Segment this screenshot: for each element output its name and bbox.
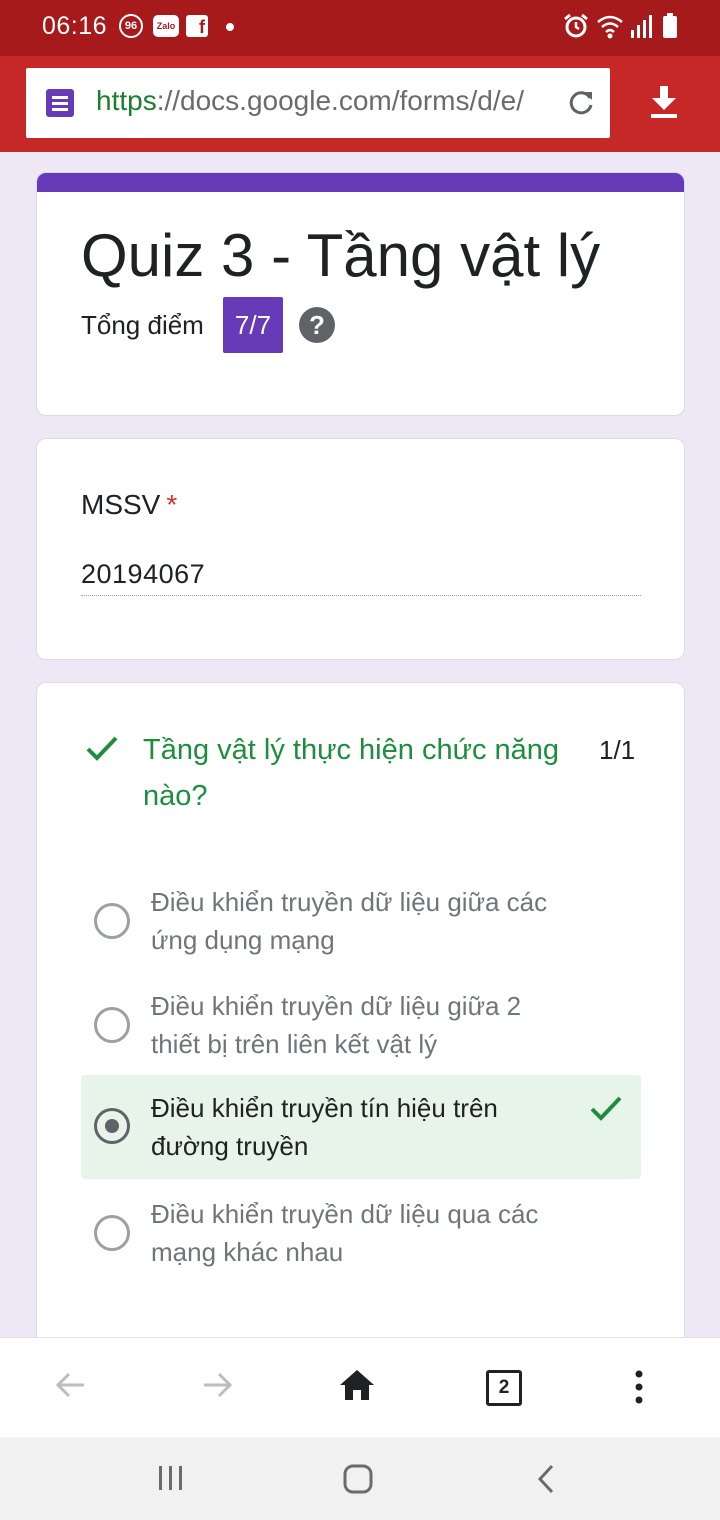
required-asterisk: *	[166, 489, 178, 520]
recent-apps-icon[interactable]	[156, 1463, 186, 1493]
zalo-icon: Zalo	[153, 15, 179, 37]
radio-button[interactable]	[94, 903, 130, 939]
correct-check-icon	[86, 736, 118, 761]
option-item[interactable]: Điều khiển truyền dữ liệu qua các mạng k…	[81, 1189, 641, 1293]
tabs-count-button[interactable]: 2	[486, 1370, 522, 1406]
url-text[interactable]: https://docs.google.com/forms/d/e/	[96, 85, 556, 117]
forward-arrow-icon[interactable]	[200, 1368, 234, 1402]
url-bar[interactable]: https://docs.google.com/forms/d/e/	[26, 68, 610, 138]
menu-dots-icon[interactable]	[630, 1368, 648, 1406]
url-path: ://docs.google.com/forms/d/e/	[156, 85, 524, 116]
wifi-icon	[597, 15, 623, 39]
download-icon[interactable]	[648, 84, 680, 120]
header-accent-bar	[37, 173, 684, 192]
battery-icon	[663, 13, 677, 38]
page-title: Quiz 3 - Tầng vật lý	[81, 222, 601, 289]
home-nav-icon[interactable]	[342, 1463, 374, 1495]
question-points: 1/1	[599, 735, 636, 765]
reload-icon[interactable]	[566, 88, 596, 118]
option-item[interactable]: Điều khiển truyền dữ liệu giữa các ứng d…	[81, 877, 641, 981]
alarm-icon	[564, 13, 588, 38]
forms-icon	[46, 89, 74, 117]
score-label: Tổng điểm	[81, 310, 204, 340]
status-bar: 06:16 96 Zalo f	[0, 0, 720, 56]
option-label: Điều khiển truyền tín hiệu trên đường tr…	[151, 1093, 498, 1161]
mssv-card: MSSV * 20194067	[36, 438, 685, 660]
status-time: 06:16	[42, 12, 108, 40]
option-item[interactable]: Điều khiển truyền dữ liệu giữa 2 thiết b…	[81, 981, 641, 1085]
home-icon[interactable]	[338, 1368, 376, 1402]
notification-badge-icon: 96	[119, 14, 143, 38]
radio-button[interactable]	[94, 1215, 130, 1251]
option-item-correct[interactable]: Điều khiển truyền tín hiệu trên đường tr…	[81, 1075, 641, 1179]
mssv-answer: 20194067	[81, 559, 206, 589]
question-text: Tầng vật lý thực hiện chức năng nào?	[143, 734, 560, 812]
correct-answer-check-icon	[590, 1096, 622, 1121]
question-card: Tầng vật lý thực hiện chức năng nào? 1/1…	[36, 682, 685, 1382]
facebook-icon: f	[186, 15, 208, 37]
help-icon[interactable]: ?	[299, 307, 335, 343]
option-label: Điều khiển truyền dữ liệu giữa 2 thiết b…	[151, 991, 522, 1059]
back-arrow-icon[interactable]	[54, 1368, 88, 1402]
mssv-label-text: MSSV	[81, 489, 161, 520]
form-header-card: Quiz 3 - Tầng vật lý Tổng điểm 7/7 ?	[36, 172, 685, 416]
notification-dot-icon	[226, 23, 234, 31]
mssv-label: MSSV *	[81, 489, 177, 521]
answer-underline	[81, 595, 641, 596]
back-nav-icon[interactable]	[534, 1463, 558, 1495]
radio-button[interactable]	[94, 1007, 130, 1043]
browser-toolbar: https://docs.google.com/forms/d/e/	[0, 56, 720, 152]
score-badge: 7/7	[223, 297, 283, 353]
option-label: Điều khiển truyền dữ liệu qua các mạng k…	[151, 1199, 539, 1267]
url-scheme: https	[96, 85, 157, 116]
radio-button-selected[interactable]	[94, 1108, 130, 1144]
option-label: Điều khiển truyền dữ liệu giữa các ứng d…	[151, 887, 548, 955]
browser-bottom-bar: 2	[0, 1337, 720, 1437]
signal-icon	[631, 15, 652, 38]
system-nav-bar	[0, 1437, 720, 1520]
